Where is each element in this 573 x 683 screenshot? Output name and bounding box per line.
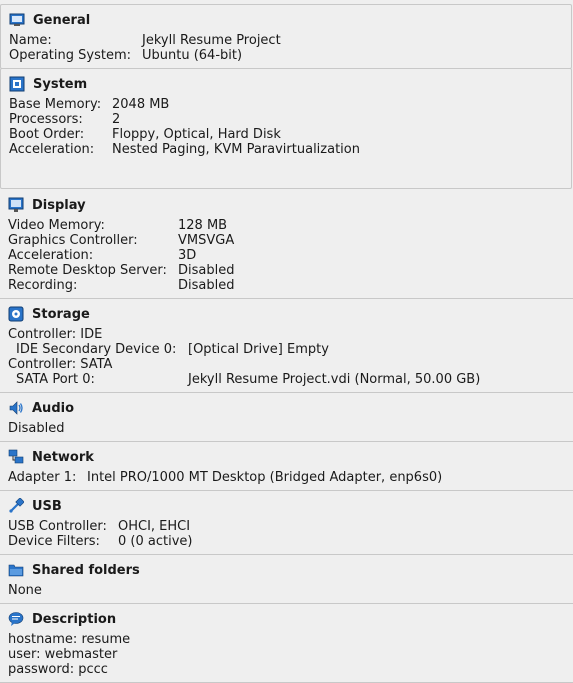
ide-controller-label: Controller: IDE (8, 327, 103, 342)
general-header: General (9, 11, 90, 29)
base-memory-label: Base Memory: (9, 97, 102, 112)
folder-icon (8, 564, 24, 577)
shared-folders-header: Shared folders (8, 561, 140, 579)
usb-controller-value: OHCI, EHCI (118, 519, 191, 534)
system-section[interactable]: System Base Memory: 2048 MB Processors: … (0, 68, 572, 189)
video-memory-label: Video Memory: (8, 218, 105, 233)
usb-title: USB (32, 498, 62, 514)
speech-bubble-icon (8, 612, 24, 626)
shared-folders-section[interactable]: Shared folders None (0, 555, 573, 604)
disk-icon (8, 306, 24, 322)
name-label: Name: (9, 33, 52, 48)
acceleration-value: Nested Paging, KVM Paravirtualization (112, 142, 360, 157)
os-label: Operating System: (9, 48, 131, 63)
description-line-user: user: webmaster (8, 647, 118, 662)
name-value: Jekyll Resume Project (142, 33, 281, 48)
audio-header: Audio (8, 399, 74, 417)
display-acceleration-value: 3D (178, 248, 197, 263)
storage-title: Storage (32, 306, 90, 322)
base-memory-value: 2048 MB (112, 97, 170, 112)
network-icon (8, 449, 24, 464)
boot-order-value: Floppy, Optical, Hard Disk (112, 127, 281, 142)
boot-order-label: Boot Order: (9, 127, 85, 142)
display-acceleration-label: Acceleration: (8, 248, 94, 263)
description-section[interactable]: Description hostname: resume user: webma… (0, 604, 573, 683)
usb-controller-label: USB Controller: (8, 519, 107, 534)
os-value: Ubuntu (64-bit) (142, 48, 243, 63)
description-line-password: password: pccc (8, 662, 108, 677)
audio-status: Disabled (8, 421, 65, 436)
general-section[interactable]: General Name: Jekyll Resume Project Oper… (0, 4, 572, 69)
general-title: General (33, 12, 91, 28)
sata-port-label: SATA Port 0: (16, 372, 95, 387)
video-memory-value: 128 MB (178, 218, 228, 233)
network-title: Network (32, 449, 94, 465)
network-header: Network (8, 448, 94, 466)
usb-section[interactable]: USB USB Controller: OHCI, EHCI Device Fi… (0, 491, 573, 555)
system-header: System (9, 75, 87, 93)
device-filters-value: 0 (0 active) (118, 534, 193, 549)
usb-header: USB (8, 497, 62, 515)
acceleration-label: Acceleration: (9, 142, 95, 157)
monitor-icon (9, 13, 25, 26)
system-title: System (33, 76, 88, 92)
network-section[interactable]: Network Adapter 1: Intel PRO/1000 MT Des… (0, 442, 573, 491)
ide-secondary-value: [Optical Drive] Empty (188, 342, 329, 357)
graphics-controller-value: VMSVGA (178, 233, 235, 248)
description-header: Description (8, 610, 116, 628)
speaker-icon (9, 401, 23, 415)
usb-icon (9, 498, 24, 513)
audio-title: Audio (32, 400, 75, 416)
display-icon (8, 197, 24, 212)
description-title: Description (32, 611, 117, 627)
processors-value: 2 (112, 112, 121, 127)
recording-value: Disabled (178, 278, 235, 293)
processors-label: Processors: (9, 112, 83, 127)
shared-folders-value: None (8, 583, 42, 598)
remote-desktop-value: Disabled (178, 263, 235, 278)
adapter1-value: Intel PRO/1000 MT Desktop (Bridged Adapt… (87, 470, 443, 485)
shared-folders-title: Shared folders (32, 562, 140, 578)
display-title: Display (32, 197, 86, 213)
recording-label: Recording: (8, 278, 78, 293)
graphics-controller-label: Graphics Controller: (8, 233, 138, 248)
ide-secondary-label: IDE Secondary Device 0: (16, 342, 177, 357)
sata-port-value: Jekyll Resume Project.vdi (Normal, 50.00… (188, 372, 481, 387)
sata-controller-label: Controller: SATA (8, 357, 113, 372)
chip-icon (9, 76, 25, 92)
device-filters-label: Device Filters: (8, 534, 100, 549)
display-header: Display (8, 196, 86, 214)
description-line-hostname: hostname: resume (8, 632, 131, 647)
audio-section[interactable]: Audio Disabled (0, 393, 573, 442)
display-section[interactable]: Display Video Memory: 128 MB Graphics Co… (0, 190, 573, 299)
adapter1-label: Adapter 1: (8, 470, 77, 485)
remote-desktop-label: Remote Desktop Server: (8, 263, 167, 278)
storage-section[interactable]: Storage Controller: IDE IDE Secondary De… (0, 299, 573, 393)
storage-header: Storage (8, 305, 90, 323)
